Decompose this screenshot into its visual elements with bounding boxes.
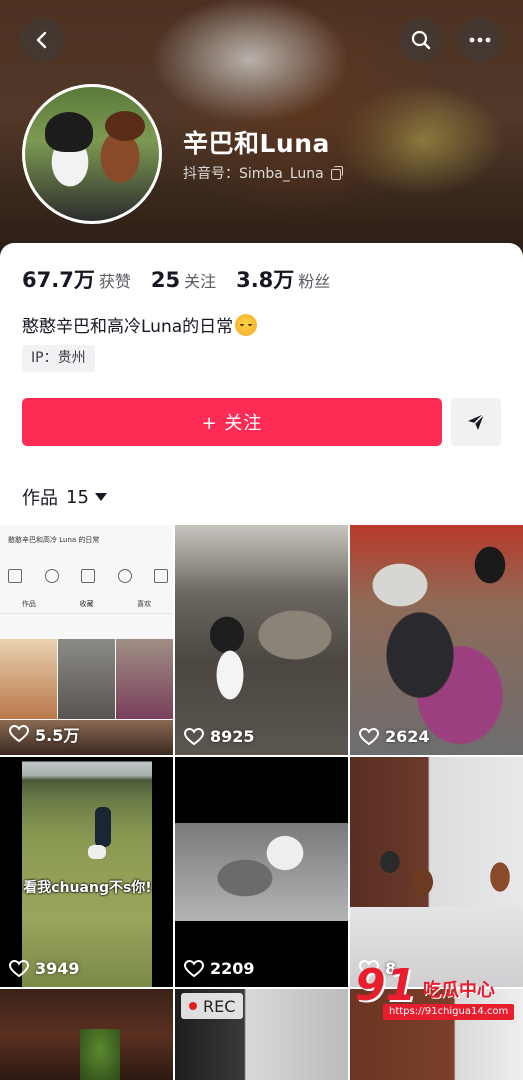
thumb-bio: 憨憨辛巴和高冷 Luna 的日常	[8, 536, 100, 544]
video-likes: 2209	[184, 959, 255, 978]
stat-label: 粉丝	[298, 272, 331, 291]
likes-count: 3949	[35, 959, 80, 978]
smiling-face-emoji-icon	[235, 313, 258, 336]
stat-value: 67.7万	[22, 268, 95, 292]
stat-label: 关注	[184, 272, 217, 291]
avatar-dog-right	[105, 111, 145, 141]
stat-label: 获赞	[98, 272, 131, 291]
thumb-icon	[154, 569, 168, 583]
video-thumbnail[interactable]: 8925	[175, 525, 348, 755]
profile-bio: 憨憨辛巴和高冷Luna的日常	[22, 312, 258, 337]
thumbnail-image	[350, 525, 523, 755]
works-count: 15	[66, 486, 89, 508]
stat-likes: 67.7万 获赞	[22, 264, 131, 294]
watermark: 91 吃瓜中心 https://91chigua14.com	[355, 960, 515, 1022]
plant	[80, 1029, 120, 1080]
stat-value: 3.8万	[236, 268, 295, 292]
likes-count: 2209	[210, 959, 255, 978]
thumbnail-image	[0, 757, 173, 987]
watermark-name: 吃瓜中心	[423, 980, 495, 1001]
video-thumbnail[interactable]: REC	[175, 989, 348, 1080]
bio-text: 憨憨辛巴和高冷Luna的日常	[22, 317, 234, 337]
more-horizontal-icon	[469, 37, 491, 43]
thumb-icon	[81, 569, 95, 583]
heart-outline-icon	[184, 959, 204, 977]
thumb-icon	[44, 569, 59, 583]
dog-figure	[88, 845, 106, 859]
video-likes: 8925	[184, 727, 255, 746]
share-button[interactable]	[451, 398, 501, 446]
thumb-icon-row	[8, 569, 168, 593]
video-likes: 2624	[359, 727, 430, 746]
thumb-tabs: 作品 收藏 喜欢	[0, 599, 173, 614]
letterbox-right	[152, 757, 173, 987]
rec-label: REC	[203, 996, 236, 1016]
likes-count: 8925	[210, 727, 255, 746]
video-thumbnail[interactable]: 憨憨辛巴和高冷 Luna 的日常 作品 收藏 喜欢 5.5万	[0, 525, 173, 755]
video-thumbnail[interactable]: 2624	[350, 525, 523, 755]
rec-badge: REC	[181, 993, 244, 1019]
caret-down-icon	[94, 493, 107, 501]
avatar-dog-left	[45, 112, 93, 152]
stat-following[interactable]: 25 关注	[151, 268, 216, 292]
letterbox-left	[0, 757, 22, 987]
stat-followers[interactable]: 3.8万 粉丝	[236, 264, 330, 294]
copy-icon[interactable]	[330, 166, 343, 180]
thumb-icon	[8, 569, 22, 583]
heart-outline-icon	[9, 959, 29, 977]
heart-outline-icon	[359, 727, 379, 745]
thumb-tab: 喜欢	[137, 600, 152, 608]
profile-stats: 67.7万 获赞 25 关注 3.8万 粉丝	[22, 264, 350, 294]
thumb-mini-video	[116, 639, 173, 719]
video-likes: 3949	[9, 959, 80, 978]
heart-outline-icon	[184, 727, 204, 745]
avatar[interactable]	[22, 84, 162, 224]
more-button[interactable]	[458, 18, 502, 62]
person-figure	[95, 807, 111, 847]
chevron-left-icon	[36, 31, 47, 49]
stat-value: 25	[150, 268, 181, 292]
thumb-icon	[117, 569, 132, 583]
back-button[interactable]	[20, 18, 64, 62]
douyin-id-text: 抖音号：Simba_Luna	[183, 166, 324, 182]
douyin-id[interactable]: 抖音号：Simba_Luna	[183, 163, 343, 183]
watermark-url: https://91chigua14.com	[383, 1004, 515, 1020]
send-icon	[468, 413, 485, 430]
thumb-mini-video	[58, 639, 115, 719]
thumb-tab: 作品	[21, 600, 36, 608]
record-dot-icon	[189, 1002, 197, 1010]
likes-count: 5.5万	[35, 726, 80, 745]
profile-name: 辛巴和Luna	[183, 129, 330, 158]
likes-count: 2624	[385, 727, 430, 746]
follow-button[interactable]: + 关注	[22, 398, 442, 446]
search-icon	[411, 30, 431, 50]
thumbnail-image	[175, 525, 348, 755]
thumb-tab: 收藏	[79, 600, 94, 608]
works-tab-label: 作品	[22, 488, 58, 509]
thumb-mini-video	[0, 639, 57, 719]
video-likes: 5.5万	[9, 722, 79, 746]
heart-outline-icon	[9, 725, 29, 743]
thumbnail-frame	[175, 823, 348, 921]
ip-location-tag: IP：贵州	[22, 345, 95, 372]
search-button[interactable]	[399, 18, 443, 62]
video-thumbnail[interactable]: 8	[350, 757, 523, 987]
tab-works[interactable]: 作品 15	[22, 484, 107, 510]
video-thumbnail[interactable]: 看我chuang不s你! 3949	[0, 757, 173, 987]
video-caption: 看我chuang不s你!	[23, 880, 152, 896]
video-thumbnail[interactable]: 2209	[175, 757, 348, 987]
video-thumbnail[interactable]	[0, 989, 173, 1080]
